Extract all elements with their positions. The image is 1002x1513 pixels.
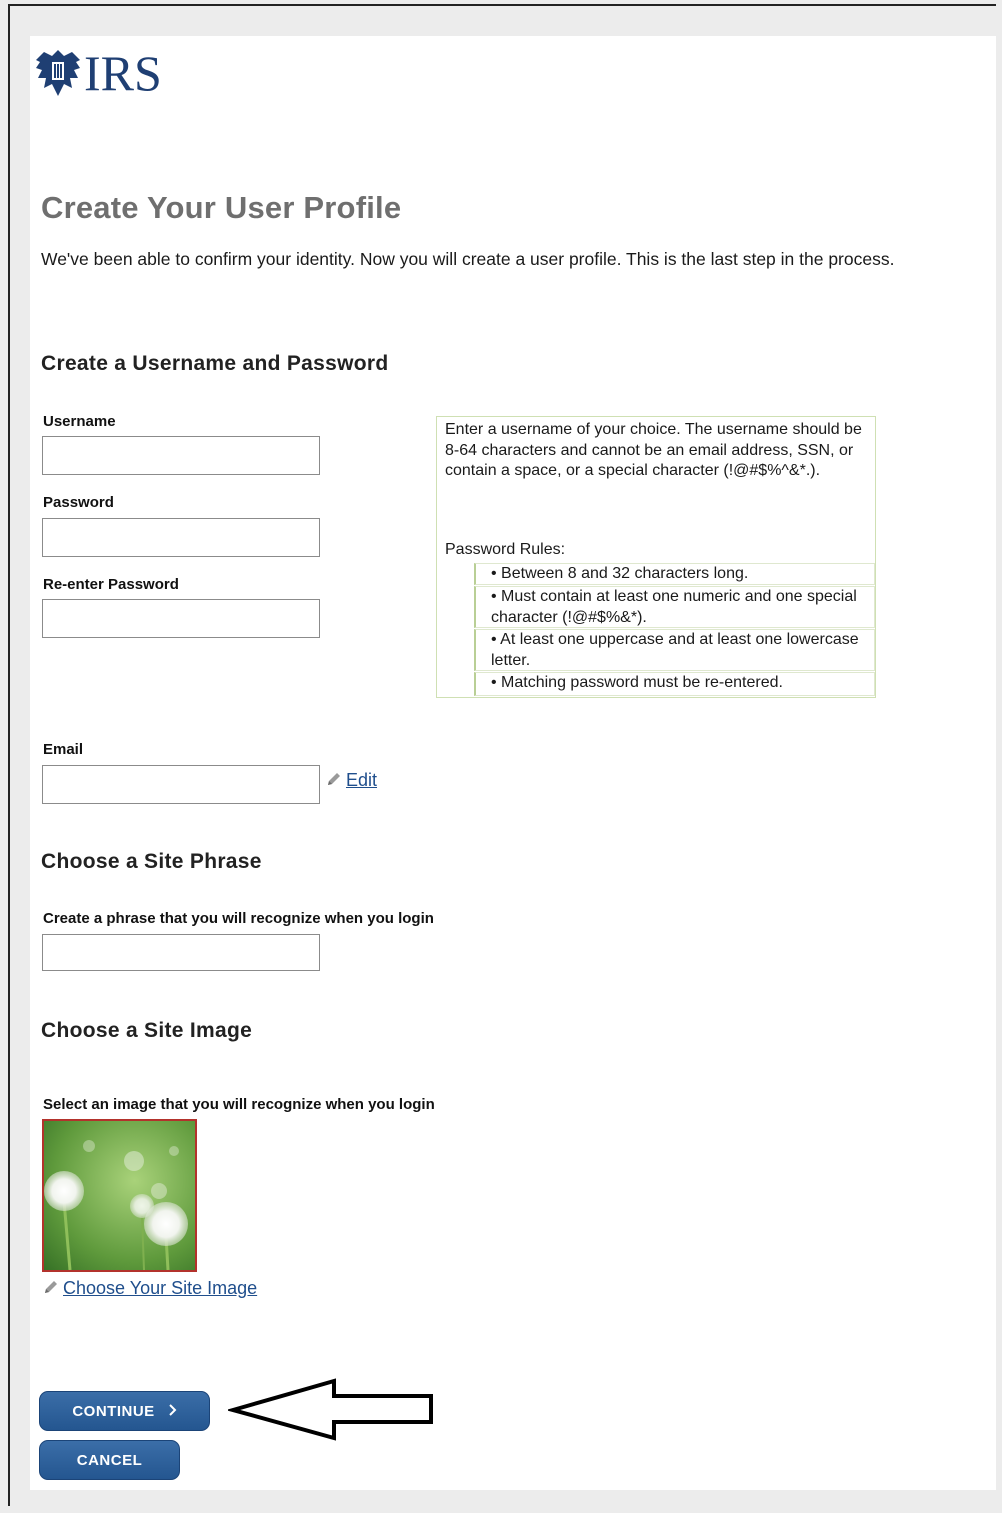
choose-site-image-text[interactable]: Choose Your Site Image <box>63 1278 257 1298</box>
edit-email-link[interactable]: Edit <box>326 770 377 791</box>
site-phrase-heading: Choose a Site Phrase <box>41 850 262 873</box>
choose-site-image-link[interactable]: Choose Your Site Image <box>43 1278 257 1299</box>
username-label: Username <box>43 413 116 430</box>
password-rule: • Matching password must be re-entered. <box>474 672 875 696</box>
credentials-heading: Create a Username and Password <box>41 352 389 375</box>
cancel-button[interactable]: CANCEL <box>39 1440 180 1480</box>
site-image-label: Select an image that you will recognize … <box>43 1096 435 1113</box>
svg-text:IRS: IRS <box>84 45 162 100</box>
username-hint: Enter a username of your choice. The use… <box>445 421 862 479</box>
username-input[interactable] <box>42 436 320 475</box>
intro-text: We've been able to confirm your identity… <box>41 249 895 269</box>
password-input[interactable] <box>42 518 320 557</box>
site-phrase-input[interactable] <box>42 934 320 971</box>
site-image-heading: Choose a Site Image <box>41 1019 253 1042</box>
left-arrow-icon <box>225 1378 436 1442</box>
edit-link-text[interactable]: Edit <box>346 770 377 790</box>
reenter-password-input[interactable] <box>42 599 320 638</box>
site-phrase-label: Create a phrase that you will recognize … <box>43 910 434 927</box>
chevron-right-icon <box>168 1403 177 1420</box>
email-input[interactable] <box>42 765 320 804</box>
continue-label: CONTINUE <box>72 1402 155 1420</box>
continue-button[interactable]: CONTINUE <box>39 1391 210 1431</box>
reenter-password-label: Re-enter Password <box>43 576 179 593</box>
password-rule: • Must contain at least one numeric and … <box>474 586 875 628</box>
pencil-icon <box>43 1279 59 1295</box>
pencil-icon <box>326 771 342 787</box>
email-label: Email <box>43 741 84 758</box>
cancel-label: CANCEL <box>76 1451 143 1469</box>
password-label: Password <box>43 494 114 511</box>
site-image-dandelion[interactable] <box>42 1119 197 1272</box>
password-rule: • Between 8 and 32 characters long. <box>474 563 875 585</box>
password-rules-title: Password Rules: <box>445 541 566 558</box>
password-rule: • At least one uppercase and at least on… <box>474 629 875 671</box>
page-title: Create Your User Profile <box>41 190 402 225</box>
irs-logo[interactable]: IRS <box>34 40 194 100</box>
